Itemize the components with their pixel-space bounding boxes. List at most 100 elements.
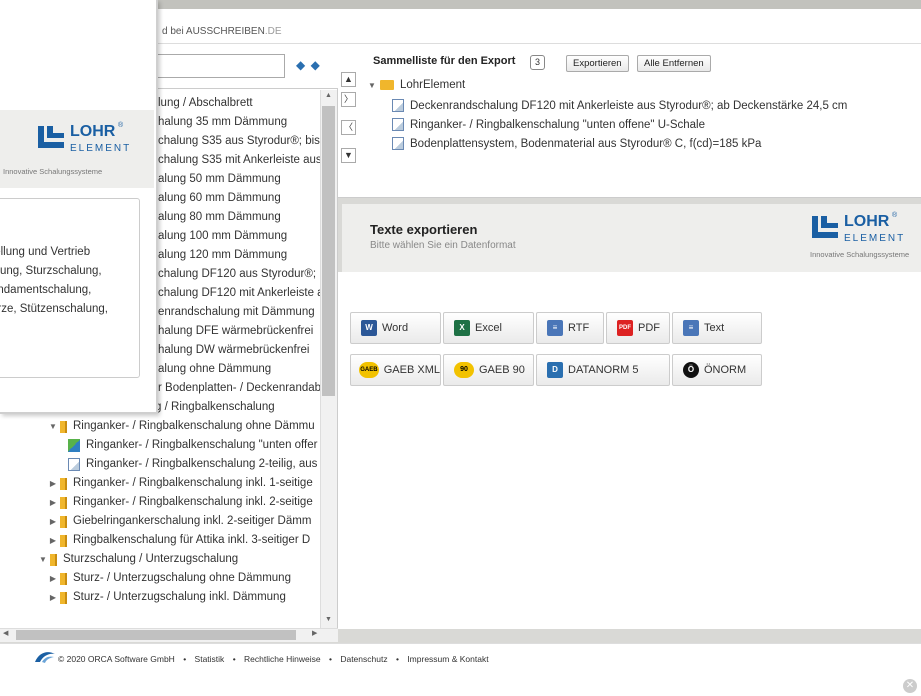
tree-item[interactable]: ▶ Sturz- / Unterzugschalung ohne Dämmung [48,569,291,588]
tree-item-label: alung 80 mm Dämmung [158,211,281,223]
expand-icon[interactable]: ▶ [48,531,58,550]
expand-icon[interactable]: ▶ [48,569,58,588]
tree-item[interactable]: alung 80 mm Dämmung [158,208,281,227]
tree-item[interactable]: ▶ Ringbalkenschalung für Attika inkl. 3-s… [48,531,310,550]
tree-scroll-thumb[interactable] [322,106,335,396]
scroll-right-icon[interactable]: ▶ [312,629,317,637]
export-root-item[interactable]: ▼ LohrElement [368,79,465,91]
tree-item[interactable]: alung 50 mm Dämmung [158,170,281,189]
tree-item[interactable]: ▼ Sturzschalung / Unterzugschalung [38,550,238,569]
tree-item[interactable]: chalung S35 aus Styrodur®; bis [158,132,320,151]
tree-item[interactable]: alung 120 mm Dämmung [158,246,287,265]
remove-all-button[interactable]: Alle Entfernen [637,55,711,72]
text-export-title: Texte exportieren [370,222,478,237]
scroll-down-icon[interactable]: ▼ [320,616,337,623]
move-top-button[interactable]: ▲ [341,72,356,87]
expand-icon[interactable]: ▶ [48,493,58,512]
onorm-format-button[interactable]: Ö ÖNORM [672,354,762,386]
scroll-up-icon[interactable]: ▲ [320,92,337,99]
document-icon [392,137,404,150]
tree-item-label: chalung DF120 mit Ankerleiste a [158,287,320,299]
move-bottom-button[interactable]: ▼ [341,148,356,163]
tree-item-label: Ringanker- / Ringbalkenschalung 2-teilig… [86,458,318,470]
folder-icon [60,591,67,604]
export-list-item[interactable]: Ringanker- / Ringbalkenschalung "unten o… [390,118,705,131]
text-export-header: LOHR ® ELEMENT Innovative Schalungssyste… [342,204,921,272]
tree-item-label: Ringbalkenschalung für Attika inkl. 3-se… [73,534,311,546]
folder-icon [60,496,67,509]
remove-from-list-button[interactable]: 〈 [341,120,356,135]
tree-item[interactable]: halung DW wärmebrückenfrei [158,341,309,360]
text-export-subtitle: Bitte wählen Sie ein Datenformat [370,240,516,251]
tree-item[interactable]: ▼ Ringanker- / Ringbalkenschalung ohne Dä… [48,417,315,436]
collapse-icon[interactable]: ▼ [38,550,48,569]
tree-item[interactable]: ▶ Sturz- / Unterzugschalung inkl. Dämmung [48,588,286,607]
folder-icon [60,534,67,547]
expand-icon[interactable]: ▶ [48,512,58,531]
pdf-format-button[interactable]: PDF PDF [606,312,670,344]
tree-item-label: chalung S35 aus Styrodur®; bis [158,135,320,147]
document-icon [392,99,404,112]
logo-tagline: Innovative Schalungssysteme [3,167,103,176]
gaeb-xml-icon: GAEB [359,362,379,378]
document-icon [68,458,80,471]
tree-item-label: alung 120 mm Dämmung [158,249,288,261]
gaeb-90-format-button[interactable]: 90 GAEB 90 [443,354,534,386]
tree-item[interactable]: chalung DF120 aus Styrodur®; [158,265,316,284]
close-icon[interactable]: ✕ [903,679,917,693]
expand-icon[interactable]: ▶ [48,474,58,493]
rtf-format-button[interactable]: ≡ RTF [536,312,604,344]
text-format-button[interactable]: ≡ Text [672,312,762,344]
tree-item[interactable]: lung / Abschalbrett [158,94,253,113]
scroll-left-icon[interactable]: ◀ [3,629,8,637]
datanorm-format-button[interactable]: D DATANORM 5 [536,354,670,386]
word-format-button[interactable]: W Word [350,312,441,344]
collapse-icon[interactable]: ▼ [48,417,58,436]
datanorm-icon: D [547,362,563,378]
folder-icon [50,553,57,566]
tree-item[interactable]: alung 100 mm Dämmung [158,227,287,246]
tree-item-label: alung 60 mm Dämmung [158,192,281,204]
statistik-link[interactable]: Statistik [195,654,225,664]
export-list-item[interactable]: Bodenplattensystem, Bodenmaterial aus St… [390,137,761,150]
pdf-icon: PDF [617,320,633,336]
gaeb-90-icon: 90 [454,362,474,378]
logo-subword: ELEMENT [844,233,906,244]
popup-header [0,0,154,105]
document-icon [392,118,404,131]
tree-item[interactable]: ▶ Ringanker- / Ringbalkenschalung inkl. 2… [48,493,313,512]
tree-item-label: Ringanker- / Ringbalkenschalung inkl. 1-… [73,477,313,489]
tree-item-label: halung DFE wärmebrückenfrei [158,325,314,337]
footer-links: © 2020 ORCA Software GmbH • Statistik • … [58,654,489,664]
tree-item-label: r Bodenplatten- / Deckenrandab [158,382,320,394]
search-nav-arrows[interactable]: ◆ ◆ [296,58,321,72]
tree-hscroll-thumb[interactable] [16,630,296,640]
export-button[interactable]: Exportieren [566,55,629,72]
tree-item-label: alung ohne Dämmung [158,363,272,375]
tree-item[interactable]: ▶ Giebelringankerschalung inkl. 2-seitige… [48,512,311,531]
legal-notice-link[interactable]: Rechtliche Hinweise [244,654,321,664]
tree-item[interactable]: alung 60 mm Dämmung [158,189,281,208]
tree-item[interactable]: chalung S35 mit Ankerleiste aus [158,151,320,170]
expand-icon[interactable]: ▼ [368,81,378,90]
folder-icon [60,477,67,490]
imprint-link[interactable]: Impressum & Kontakt [407,654,488,664]
expand-icon[interactable]: ▶ [48,588,58,607]
tree-item[interactable]: Ringanker- / Ringbalkenschalung 2-teilig… [66,455,317,474]
tree-item[interactable]: halung DFE wärmebrückenfrei [158,322,313,341]
add-to-list-button[interactable]: 〉 [341,92,356,107]
export-list-item[interactable]: Deckenrandschalung DF120 mit Ankerleiste… [390,99,847,112]
footer [0,643,921,696]
tree-item[interactable]: chalung DF120 mit Ankerleiste a [158,284,320,303]
privacy-link[interactable]: Datenschutz [340,654,387,664]
tree-item-label: enrandschalung mit Dämmung [158,306,315,318]
tree-item[interactable]: r Bodenplatten- / Deckenrandab [158,379,320,398]
folder-icon [60,515,67,528]
tree-item[interactable]: halung 35 mm Dämmung [158,113,287,132]
excel-format-button[interactable]: X Excel [443,312,534,344]
tree-item[interactable]: enrandschalung mit Dämmung [158,303,315,322]
tree-item[interactable]: ▶ Ringanker- / Ringbalkenschalung inkl. 1… [48,474,313,493]
tree-item[interactable]: alung ohne Dämmung [158,360,271,379]
gaeb-xml-format-button[interactable]: GAEB GAEB XML [350,354,441,386]
tree-item[interactable]: Ringanker- / Ringbalkenschalung "unten o… [66,436,317,455]
